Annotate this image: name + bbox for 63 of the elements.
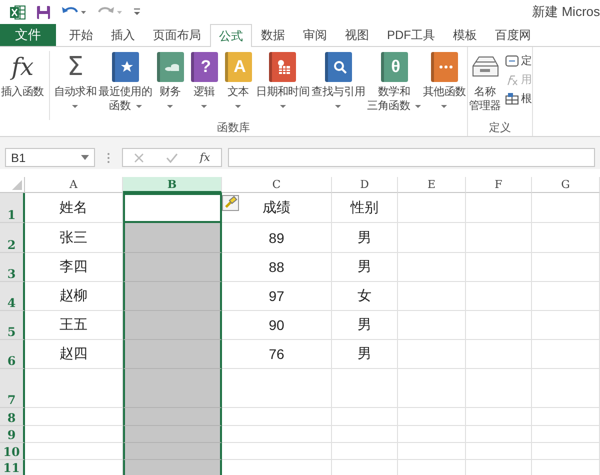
ribbon-button[interactable]: 最近使用的 函数 [98, 51, 154, 120]
ribbon-small-button[interactable]: 定 [502, 53, 532, 68]
ribbon-button[interactable]: A 文本 [221, 51, 256, 120]
group-label: 定义 [488, 120, 512, 136]
row-header[interactable]: 7 [0, 369, 25, 408]
ribbon-tab[interactable]: 百度网 [486, 24, 540, 46]
column-header[interactable]: B [123, 177, 222, 193]
ribbon-button[interactable]: θ 数学和 三角函数 [366, 51, 422, 120]
ribbon-small-button[interactable]: 根 [502, 91, 532, 106]
row-header[interactable]: 2 [0, 223, 25, 253]
row-header[interactable]: 5 [0, 311, 25, 340]
column-header[interactable]: G [532, 177, 600, 193]
table-cell: 男 [332, 253, 398, 282]
column-header[interactable]: A [25, 177, 123, 193]
row-header[interactable]: 9 [0, 426, 25, 443]
ribbon-tab[interactable]: 数据 [252, 24, 294, 46]
ribbon-tab[interactable]: 开始 [60, 24, 102, 46]
table-cell: 性别 [332, 193, 398, 223]
file-tab[interactable]: 文件 [0, 24, 56, 46]
ribbon-tab[interactable]: PDF工具 [378, 24, 444, 46]
group-label: 函数库 [216, 120, 251, 136]
ribbon-button[interactable]: ? 逻辑 [187, 51, 222, 120]
row-header[interactable]: 3 [0, 253, 25, 282]
table-cell: 97 [222, 282, 332, 311]
name-box[interactable]: B1 [5, 148, 95, 167]
table-cell: 男 [332, 311, 398, 340]
table-cell: 90 [222, 311, 332, 340]
ribbon-button[interactable]: 财务 [153, 51, 188, 120]
row-header[interactable]: 4 [0, 282, 25, 311]
column-header[interactable]: C [222, 177, 332, 193]
table-cell: 89 [222, 223, 332, 253]
row-header[interactable]: 6 [0, 340, 25, 369]
function-icon: fx [8, 51, 36, 83]
table-cell: 男 [332, 223, 398, 253]
row-header[interactable]: 10 [0, 443, 25, 460]
ribbon-tab[interactable]: 审阅 [294, 24, 336, 46]
column-header[interactable]: F [466, 177, 532, 193]
column-header[interactable]: E [398, 177, 466, 193]
row-header[interactable]: 1 [0, 193, 25, 223]
ribbon-button[interactable]: 查找与引用 [310, 51, 366, 120]
book-icon: θ [380, 52, 408, 82]
table-cell: 76 [222, 340, 332, 369]
table-cell: 女 [332, 282, 398, 311]
ribbon-button[interactable]: 名称 管理器 [468, 51, 502, 120]
insert-function-button[interactable]: fx [200, 151, 210, 164]
ribbon-button[interactable]: 其他函数 [422, 51, 467, 120]
ribbon-button[interactable]: fx 插入函数 [0, 51, 50, 120]
row-header[interactable]: 11 [0, 460, 25, 475]
window-title: 新建 Micros [532, 3, 600, 21]
ribbon-tab[interactable]: 插入 [102, 24, 144, 46]
ribbon-tab[interactable]: 模板 [444, 24, 486, 46]
ribbon-tab[interactable]: 公式 [210, 24, 252, 47]
ribbon-button[interactable]: 日期和时间 [255, 51, 311, 120]
ribbon-button[interactable]: Σ 自动求和 [52, 51, 98, 120]
column-header[interactable]: D [332, 177, 398, 193]
ribbon-tab[interactable]: 页面布局 [144, 24, 210, 46]
book-icon: A [224, 52, 252, 82]
book-icon: ? [190, 52, 218, 82]
table-cell: 男 [332, 340, 398, 369]
ribbon-tab[interactable]: 视图 [336, 24, 378, 46]
row-header[interactable]: 8 [0, 408, 25, 426]
sigma-icon: Σ [65, 51, 86, 83]
table-cell: 88 [222, 253, 332, 282]
